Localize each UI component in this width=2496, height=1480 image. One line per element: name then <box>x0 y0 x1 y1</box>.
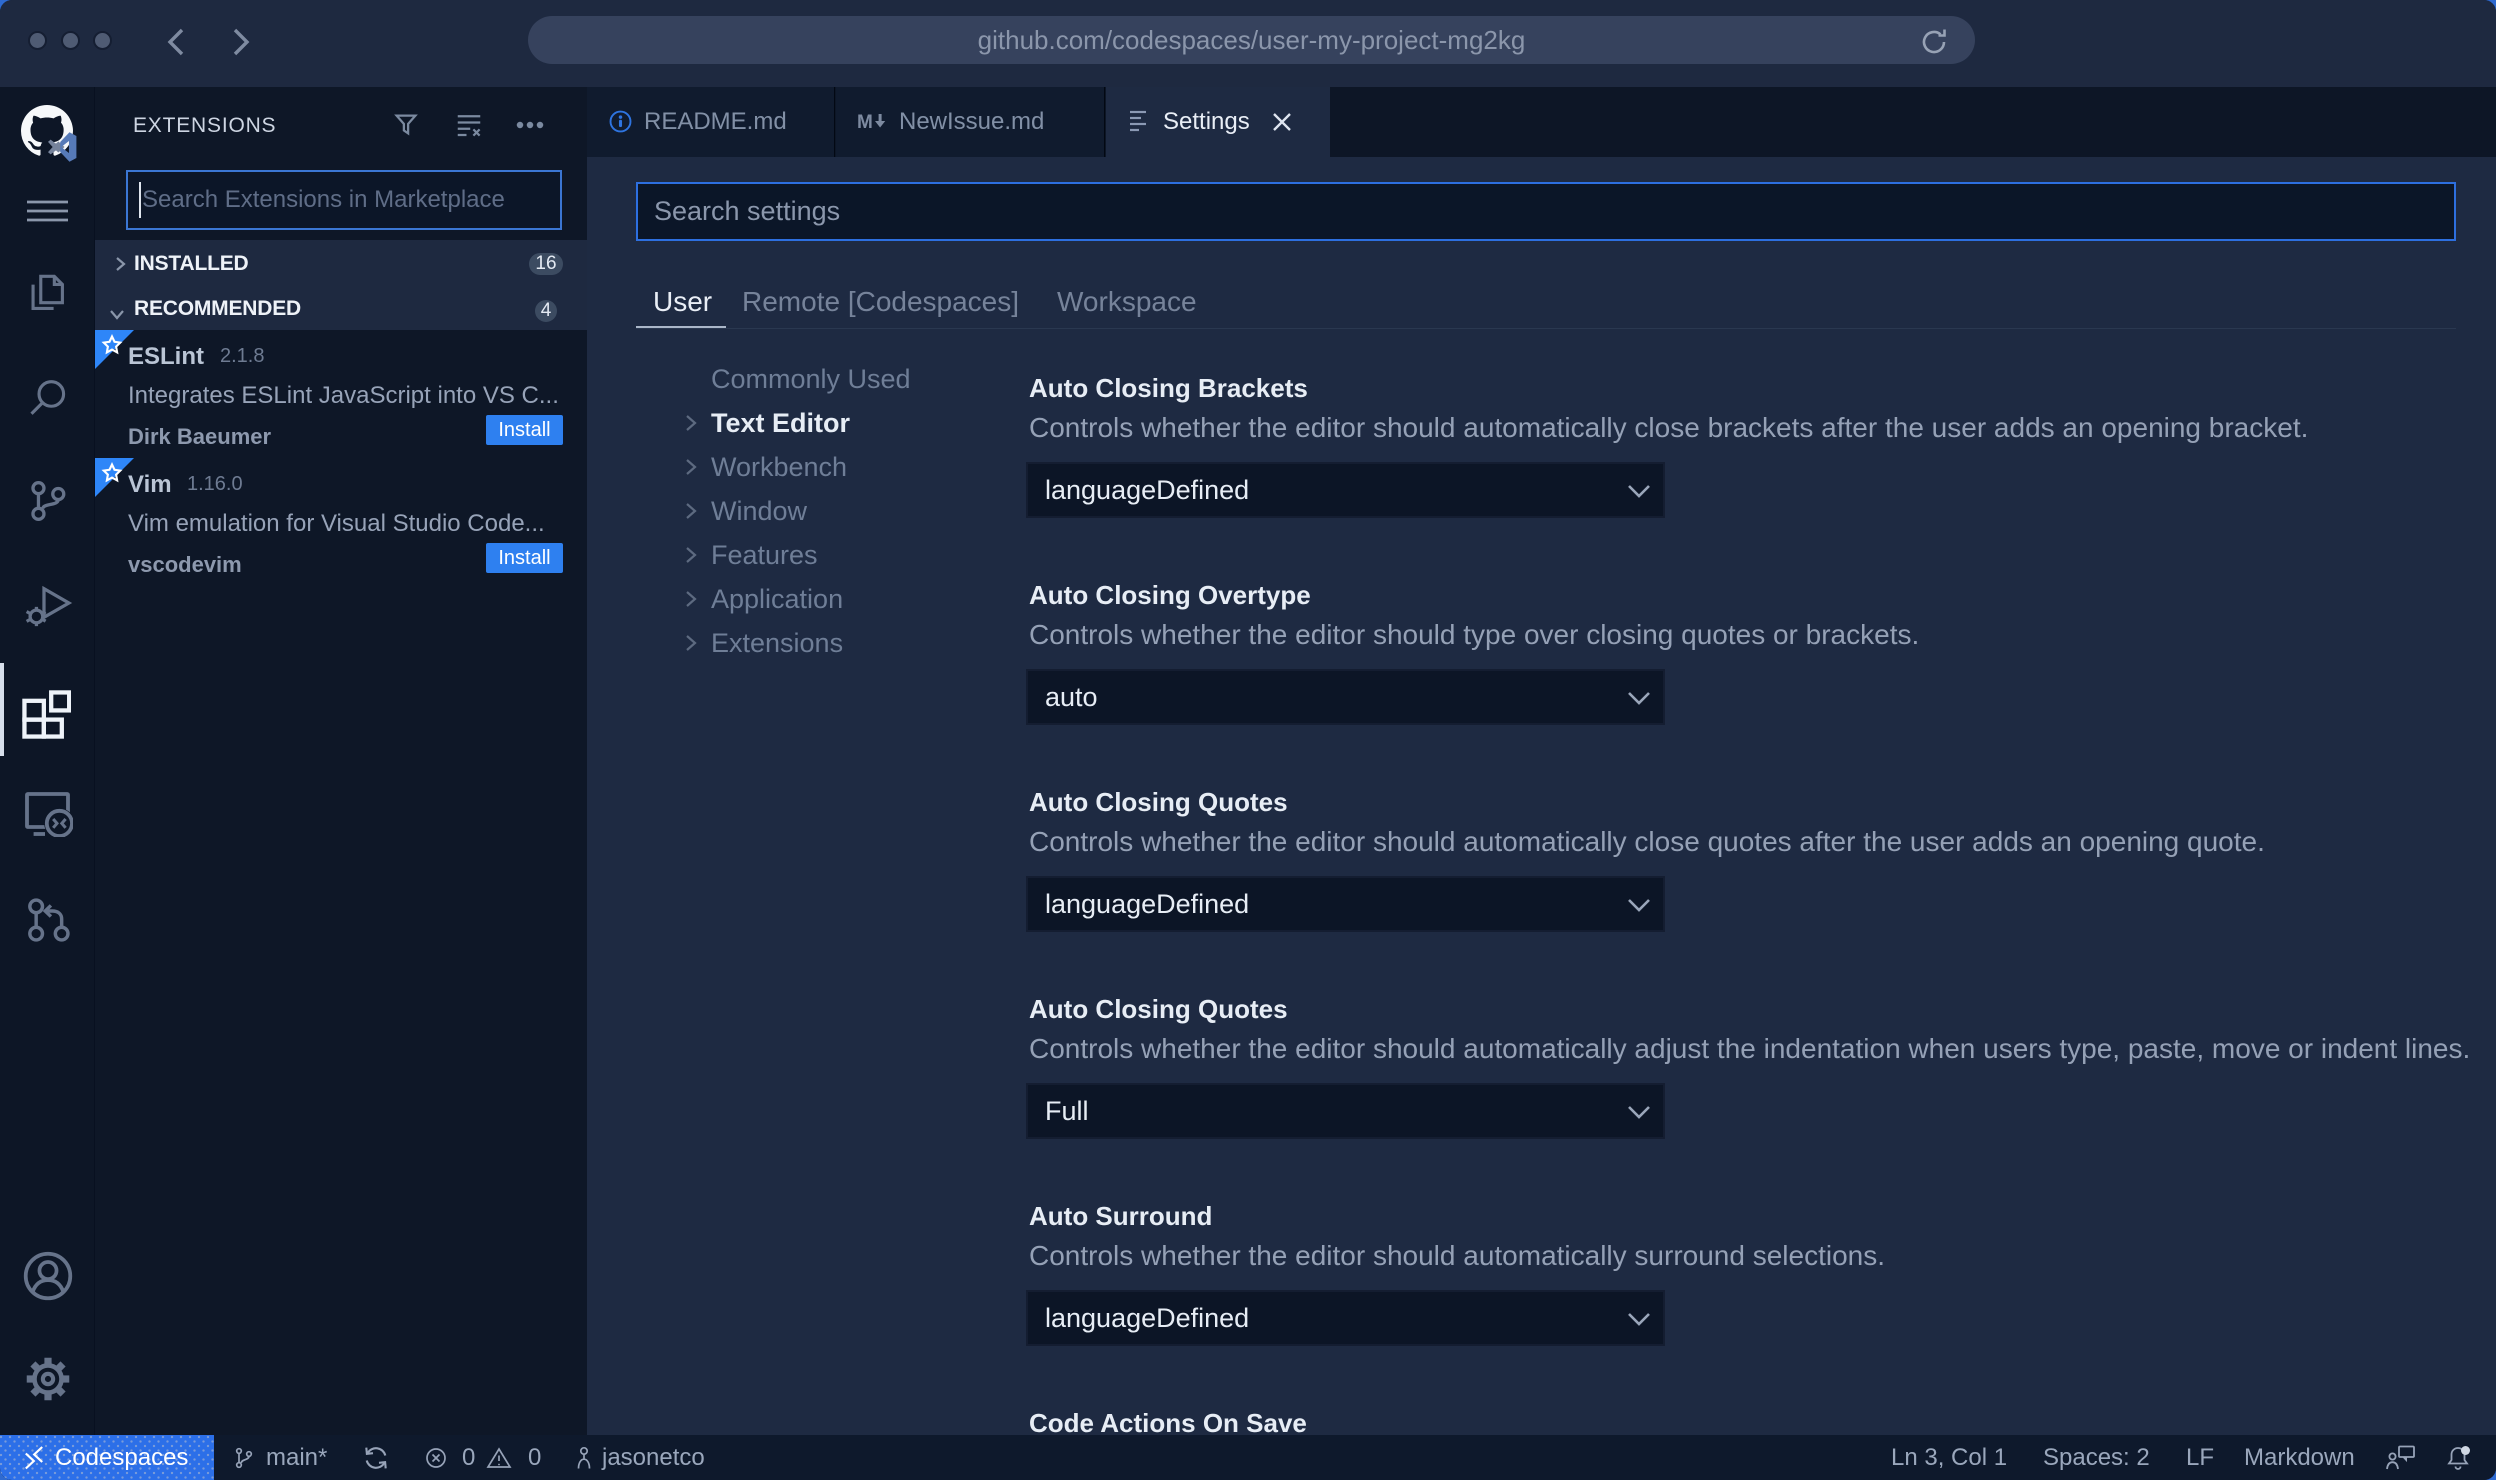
svg-text:M: M <box>858 112 873 132</box>
